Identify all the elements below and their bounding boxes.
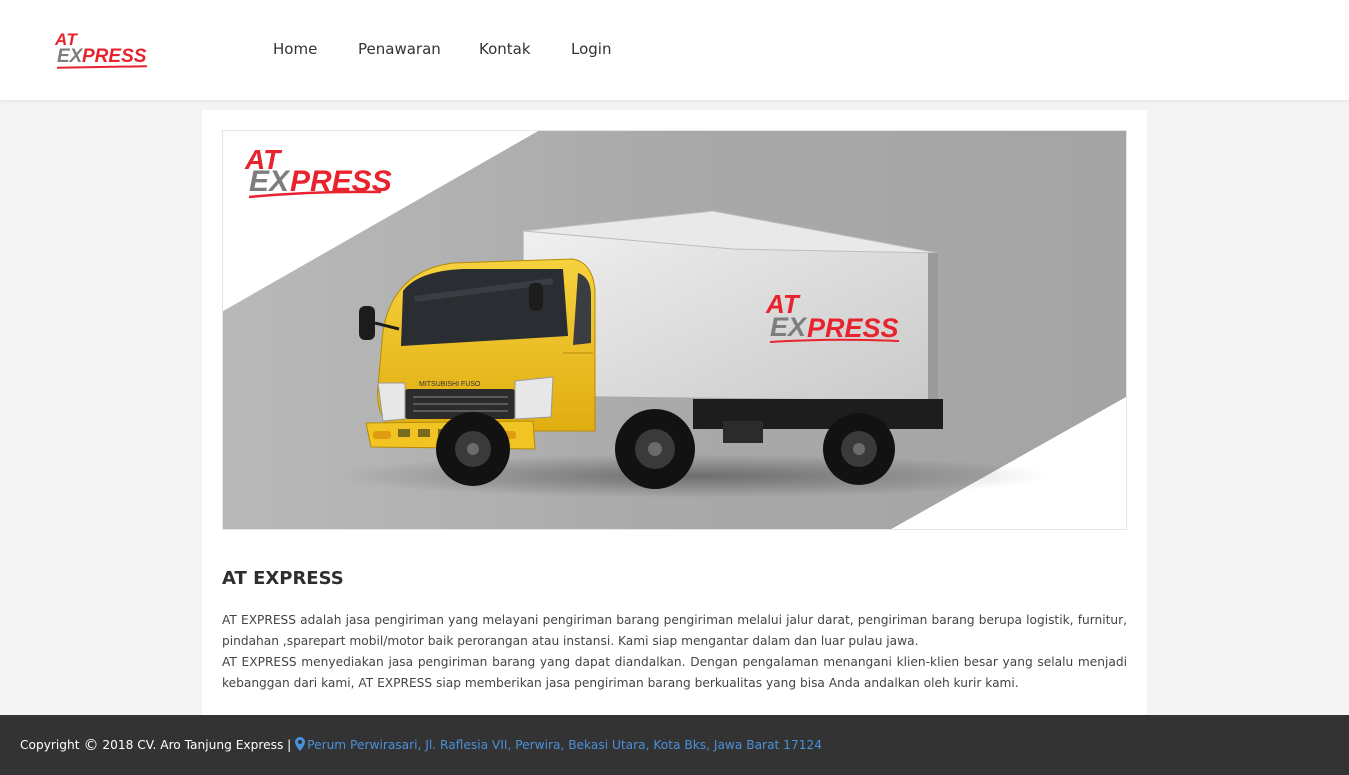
copyright-icon: © xyxy=(83,736,99,754)
brand-logo-ex: EX xyxy=(57,46,83,67)
footer: Copyright © 2018 CV. Aro Tanjung Express… xyxy=(0,715,1349,775)
cab-brand-label: MITSUBISHI FUSO xyxy=(419,381,481,388)
nav-kontak[interactable]: Kontak xyxy=(479,40,531,58)
truck-logo-ex: EX xyxy=(770,312,808,342)
footer-address-text: Perum Perwirasari, Jl. Raflesia VII, Per… xyxy=(307,738,822,752)
hero-banner: AT EX PRESS AT EX PRESS MITSUBISHI FUSO xyxy=(222,130,1127,530)
truck-banner-image: AT EX PRESS AT EX PRESS MITSUBISHI FUSO xyxy=(223,131,1126,529)
brand-logo[interactable]: AT EX PRESS xyxy=(55,30,150,72)
copyright-text: 2018 CV. Aro Tanjung Express | xyxy=(102,738,292,752)
content-card: AT EX PRESS AT EX PRESS MITSUBISHI FUSO … xyxy=(202,110,1147,715)
copyright-prefix: Copyright xyxy=(20,738,80,752)
nav-home[interactable]: Home xyxy=(273,40,317,58)
nav-penawaran[interactable]: Penawaran xyxy=(358,40,441,58)
map-marker-icon xyxy=(295,737,306,751)
footer-copyright-line: Copyright © 2018 CV. Aro Tanjung Express… xyxy=(20,736,822,754)
page-title: AT EXPRESS xyxy=(222,568,344,589)
footer-address-link[interactable]: Perum Perwirasari, Jl. Raflesia VII, Per… xyxy=(295,737,822,752)
description-paragraph-2: AT EXPRESS menyediakan jasa pengiriman b… xyxy=(222,655,1127,690)
brand-logo-underline xyxy=(56,65,148,69)
description-paragraph-1: AT EXPRESS adalah jasa pengiriman yang m… xyxy=(222,613,1127,648)
navbar: AT EX PRESS Home Penawaran Kontak Login xyxy=(0,0,1349,100)
truck-logo-press: PRESS xyxy=(807,313,899,343)
nav-login[interactable]: Login xyxy=(571,40,611,58)
